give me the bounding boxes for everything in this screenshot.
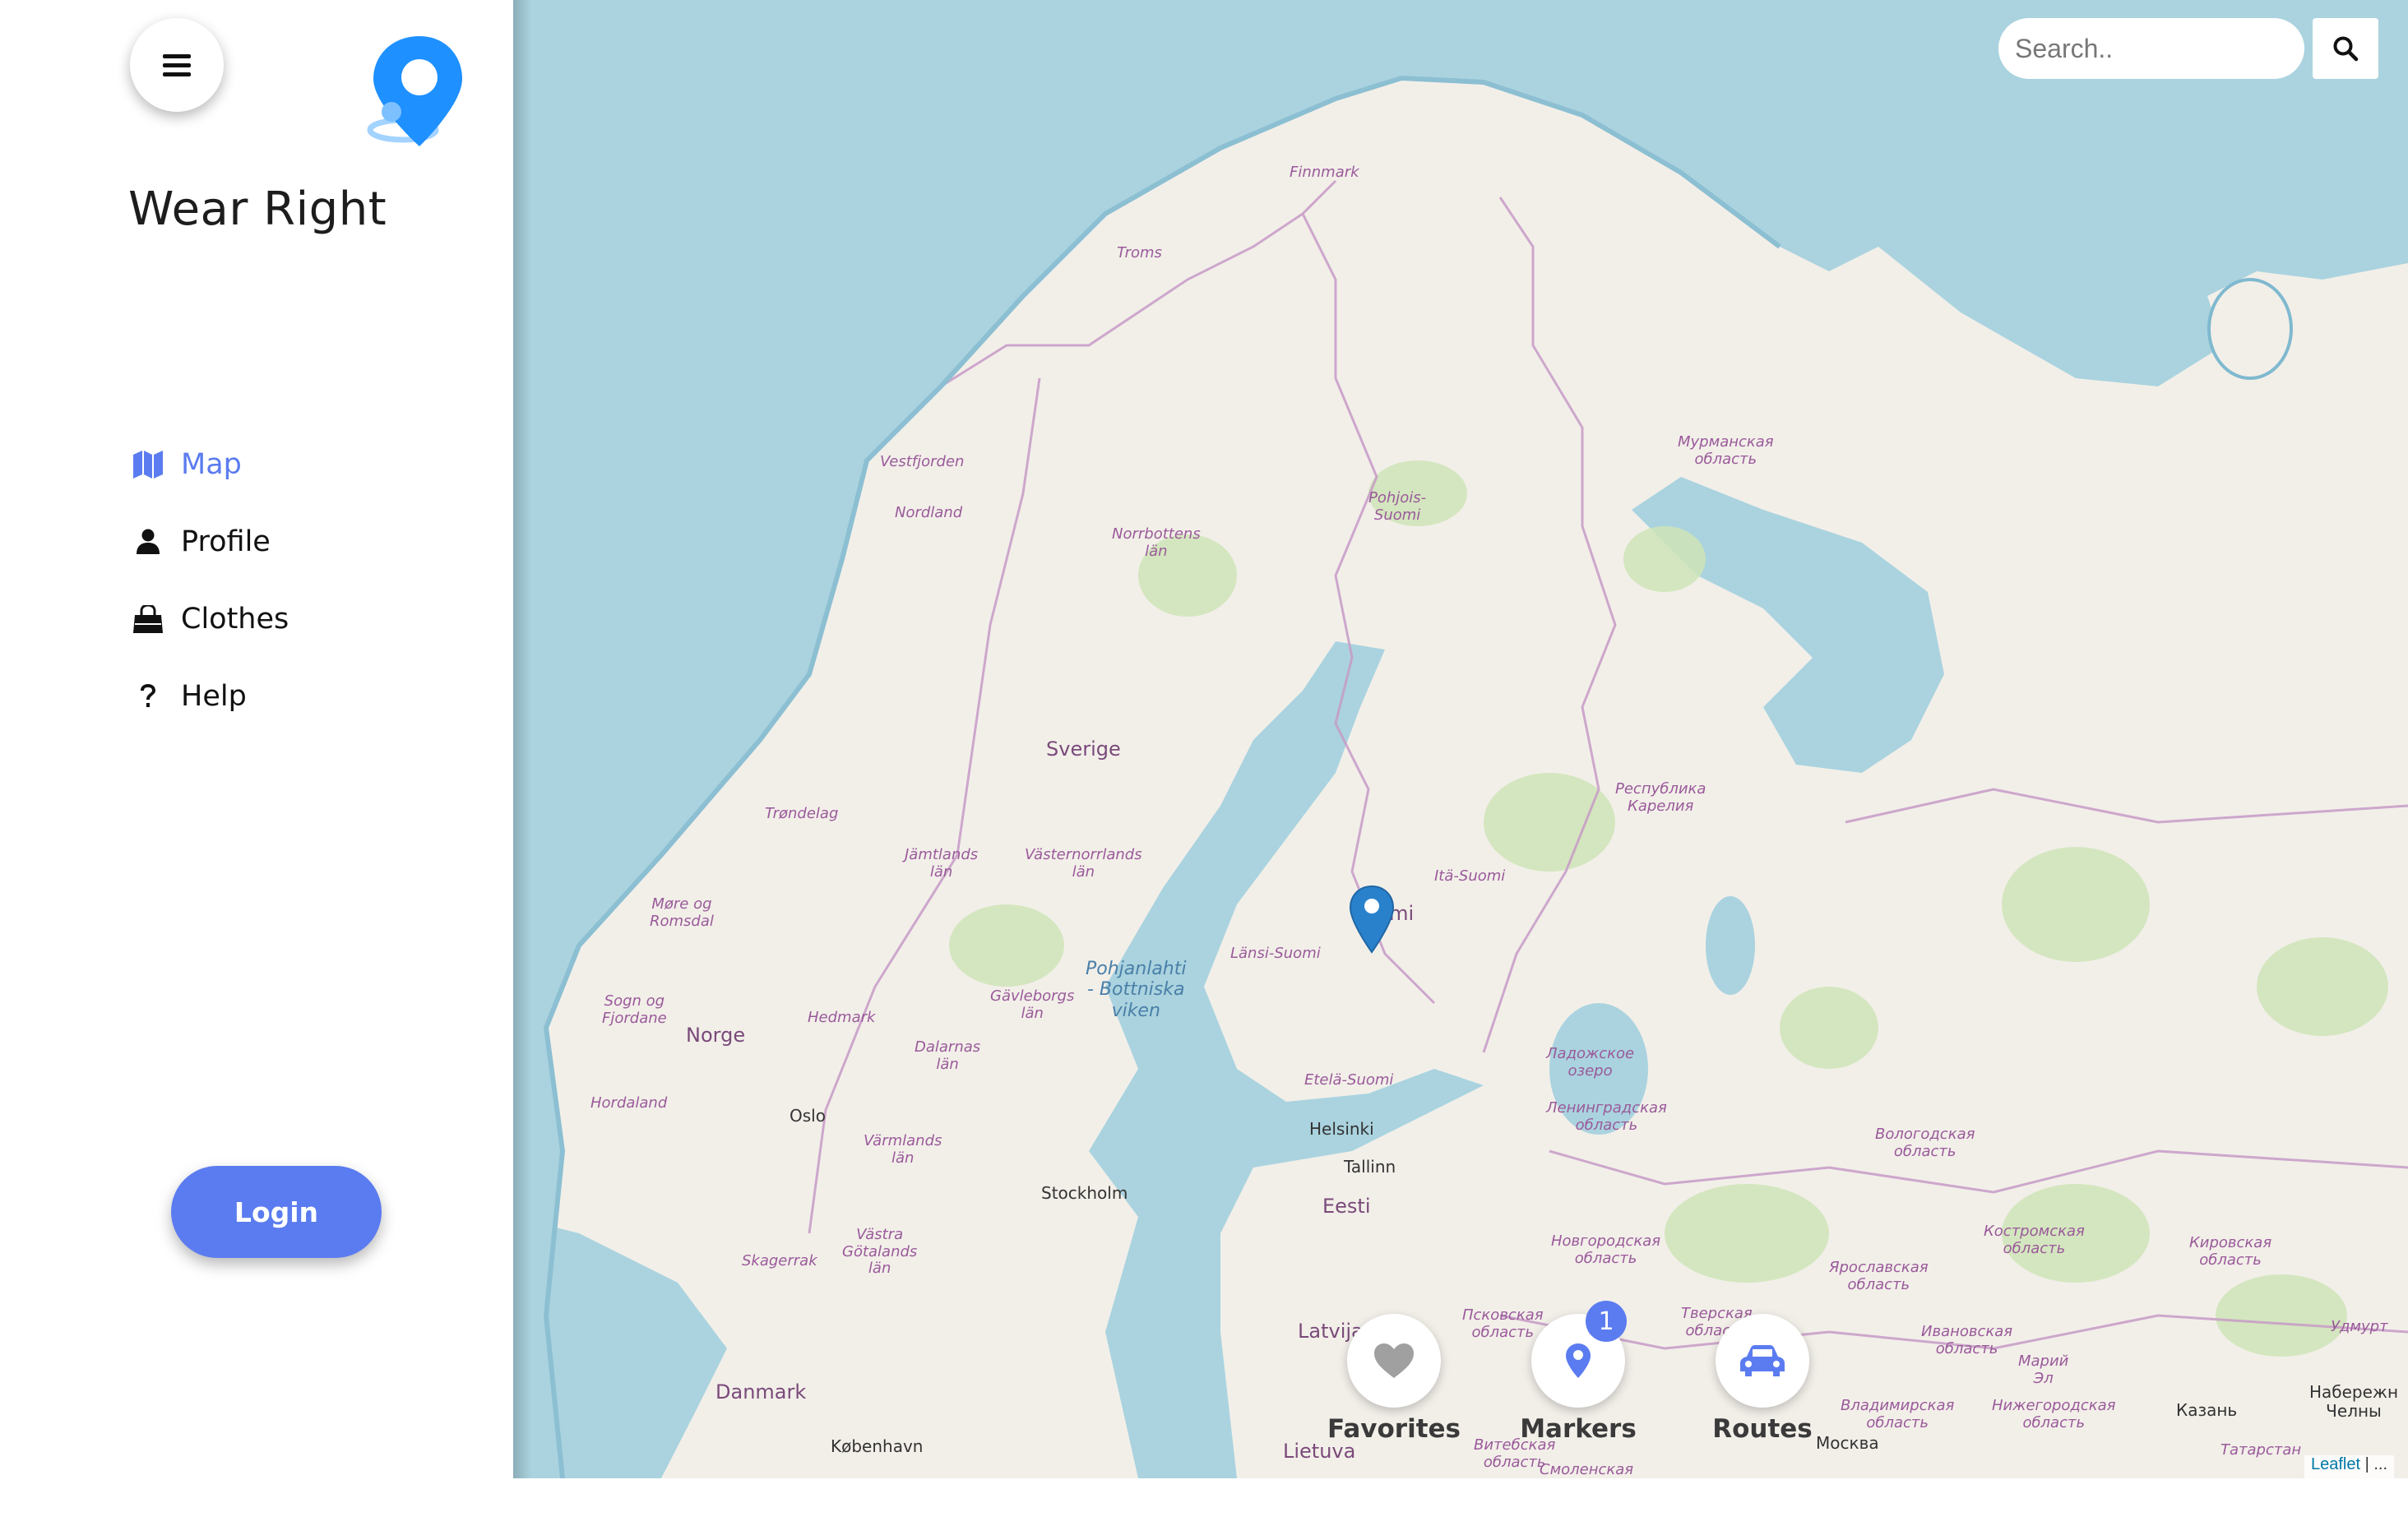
routes-button[interactable] <box>1716 1314 1809 1408</box>
routes-label: Routes <box>1712 1414 1813 1444</box>
map-label: Смоленская <box>1540 1461 1634 1478</box>
sidebar-shadow <box>513 0 531 1478</box>
map-label: Кировская область <box>2189 1234 2272 1269</box>
map-label: Pohjois- Suomi <box>1368 489 1427 524</box>
map-label: Danmark <box>715 1380 807 1403</box>
nav-item-label: Profile <box>181 525 271 558</box>
map-label: Sverige <box>1046 738 1121 761</box>
nav-item-profile[interactable]: Profile <box>132 503 289 580</box>
map-label: Norrbottens län <box>1112 525 1201 560</box>
app-title: Wear Right <box>128 183 387 236</box>
search-input[interactable] <box>1998 18 2304 79</box>
map-label: Набережн Челны <box>2309 1382 2399 1421</box>
map-label: Костромская область <box>1984 1223 2085 1257</box>
map-label: Skagerrak <box>742 1252 817 1269</box>
map-label: Владимирская область <box>1841 1397 1955 1431</box>
markers-count-badge: 1 <box>1586 1301 1627 1342</box>
heart-icon <box>1374 1343 1414 1378</box>
nav-item-label: Clothes <box>181 603 289 636</box>
map-label: Itä-Suomi <box>1434 867 1506 885</box>
user-icon <box>132 525 164 558</box>
question-icon <box>132 680 164 713</box>
search-icon <box>2333 36 2359 62</box>
map-label: Марий Эл <box>2018 1353 2069 1387</box>
nav-item-map[interactable]: Map <box>132 426 289 503</box>
favorites-button[interactable] <box>1347 1314 1441 1408</box>
map-label: Tallinn <box>1344 1157 1396 1177</box>
map-label: Pohjanlahti - Bottniska viken <box>1086 959 1187 1021</box>
map-label: Вологодская область <box>1875 1126 1975 1160</box>
attribution-separator: | ... <box>2360 1455 2388 1473</box>
map-label: Norge <box>686 1024 746 1047</box>
map-label: Новгородская область <box>1551 1232 1661 1267</box>
map-label: Sogn og Fjordane <box>602 992 667 1027</box>
map-label: Länsi-Suomi <box>1230 945 1321 962</box>
map-label: Нижегородская область <box>1992 1397 2116 1431</box>
map-label: Eesti <box>1322 1195 1371 1218</box>
hamburger-menu-button[interactable] <box>130 18 224 112</box>
map-label: Hordaland <box>590 1094 668 1112</box>
map-label: Vestfjorden <box>880 453 965 470</box>
map-label: Ярославская область <box>1829 1259 1929 1293</box>
search-button[interactable] <box>2313 18 2378 79</box>
leaflet-link[interactable]: Leaflet <box>2311 1455 2360 1473</box>
map-label: Lietuva <box>1283 1440 1356 1463</box>
hamburger-icon <box>163 52 191 79</box>
map-label: Etelä-Suomi <box>1304 1071 1394 1089</box>
map-label: Troms <box>1117 244 1162 261</box>
nav-item-label: Map <box>181 448 242 481</box>
map-label: Gävleborgs län <box>990 987 1075 1022</box>
map-label: Västra Götalands län <box>842 1226 918 1278</box>
map-label: Trøndelag <box>765 805 839 822</box>
map-label: Удмурт <box>2331 1318 2388 1335</box>
map-label: Helsinki <box>1309 1119 1374 1139</box>
sidebar: Wear Right Map Profile Clothes Help Logi… <box>0 0 513 1526</box>
map-label: Ладожское озеро <box>1546 1045 1635 1080</box>
login-button[interactable]: Login <box>171 1166 382 1258</box>
nav-item-clothes[interactable]: Clothes <box>132 580 289 658</box>
map-label: Jämtlands län <box>905 846 979 881</box>
map-label: Värmlands län <box>864 1132 942 1167</box>
map-label: Татарстан <box>2220 1441 2302 1459</box>
map-attribution: Leaflet | ... <box>2304 1455 2395 1478</box>
map-label: Республика Карелия <box>1615 780 1706 815</box>
map-label: København <box>831 1436 924 1456</box>
map-view[interactable]: Finnmark Troms Vestfjorden Nordland Norr… <box>513 0 2408 1478</box>
car-icon <box>1740 1345 1785 1376</box>
map-label: Oslo <box>790 1106 826 1126</box>
map-label: Мурманская область <box>1678 433 1774 468</box>
map-label: Казань <box>2176 1400 2238 1420</box>
map-label: Dalarnas län <box>915 1038 981 1073</box>
map-label: Ленинградская область <box>1546 1099 1667 1134</box>
nav-item-help[interactable]: Help <box>132 658 289 735</box>
map-label: Hedmark <box>808 1009 876 1026</box>
map-label: Ивановская область <box>1921 1323 2013 1357</box>
markers-label: Markers <box>1520 1414 1637 1444</box>
map-label: Nordland <box>895 504 963 521</box>
nav-item-label: Help <box>181 680 247 713</box>
favorites-label: Favorites <box>1327 1414 1461 1444</box>
map-icon <box>132 448 164 481</box>
map-label: Stockholm <box>1041 1183 1128 1203</box>
map-label: Møre og Romsdal <box>650 895 714 930</box>
shopping-bag-icon <box>132 603 164 636</box>
location-pin-logo-icon <box>367 36 462 146</box>
map-marker-pin-icon[interactable] <box>1349 885 1395 954</box>
map-label: Västernorrlands län <box>1025 846 1142 881</box>
map-pin-icon <box>1566 1343 1591 1378</box>
map-label: Finnmark <box>1290 164 1359 181</box>
search-bar <box>1998 18 2378 79</box>
map-label: Псковская область <box>1462 1306 1544 1341</box>
sidebar-nav: Map Profile Clothes Help <box>132 426 289 735</box>
